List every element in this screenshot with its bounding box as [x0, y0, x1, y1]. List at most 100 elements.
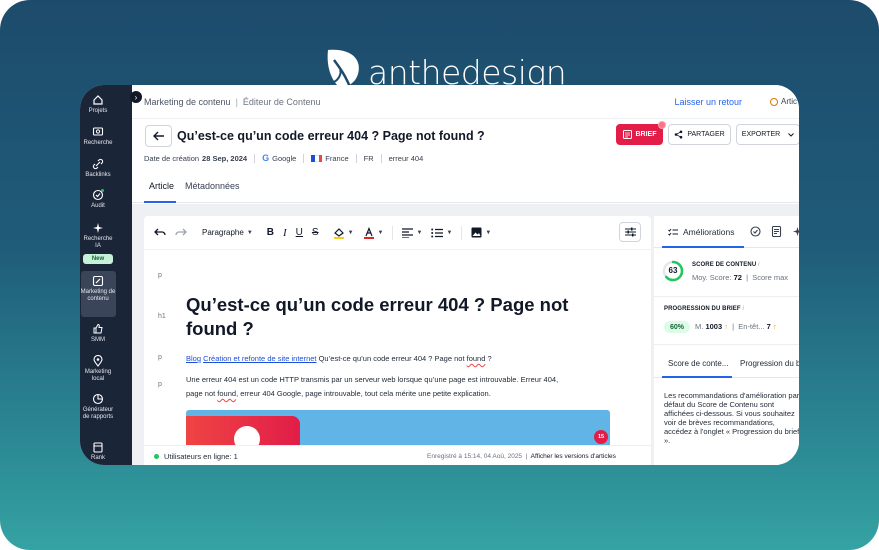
improvements-panel: Améliorations 63 SCORE DE CONTENU i Moy.…	[654, 216, 799, 465]
check-circle-icon	[92, 189, 104, 201]
undo-button[interactable]	[154, 228, 166, 237]
article-intro-paragraph[interactable]: Une erreur 404 est un code HTTP transmis…	[186, 373, 558, 401]
category-link[interactable]: Création et refonte de site internet	[203, 354, 316, 363]
sidebar-item-label: Backlinks	[85, 172, 111, 178]
panel-subtabs: Score de conte... Progression du b	[654, 350, 799, 378]
breadcrumb-parent[interactable]: Marketing de contenu	[144, 97, 231, 107]
caret-down-icon: ▼	[377, 229, 384, 236]
paint-bucket-icon	[333, 227, 344, 239]
feedback-link[interactable]: Laisser un retour	[674, 97, 742, 107]
sidebar-item-label: Recherche	[83, 140, 113, 146]
paragraph-text: page not	[186, 389, 218, 398]
sidebar-item-label: Marketing local	[84, 369, 112, 382]
caret-down-icon: ▼	[485, 229, 492, 236]
chevron-down-icon	[788, 132, 795, 137]
new-badge: New	[83, 254, 113, 264]
brief-progress-badge: 60%	[664, 321, 690, 333]
paragraph-text: , erreur 404 Google, page introuvable, t…	[236, 389, 491, 398]
list-button[interactable]: ▼	[431, 228, 452, 238]
align-left-icon	[402, 227, 414, 238]
export-label: EXPORTER	[741, 131, 781, 138]
strikethrough-button[interactable]: S	[312, 227, 319, 238]
brief-label: BRIEF	[635, 131, 657, 138]
google-icon: G	[262, 153, 270, 163]
content-score-value: 63	[668, 266, 678, 275]
sparkle-icon[interactable]	[792, 226, 799, 237]
meta-separator	[254, 153, 256, 163]
sidebar-item-recherche-ia[interactable]: Recherche IA	[80, 222, 116, 250]
sidebar-item-label: Projets	[88, 108, 108, 114]
document-title: Qu’est-ce qu’un code erreur 404 ? Page n…	[177, 129, 485, 143]
max-score-label: Score max	[752, 273, 789, 282]
text-color-button[interactable]: ▼	[363, 226, 384, 239]
tab-article[interactable]: Article	[149, 181, 174, 191]
paragraph-text: Une erreur 404 est un code HTTP transmis…	[186, 375, 559, 384]
share-button[interactable]: PARTAGER	[668, 124, 731, 145]
sidebar-item-rank[interactable]: Rank	[80, 441, 116, 462]
sidebar: Projets Recherche Backlinks Audit Recher…	[80, 85, 132, 465]
subtab-progression-du-brief[interactable]: Progression du b	[740, 359, 799, 368]
bullet-list-icon	[431, 228, 444, 237]
blog-link[interactable]: Blog	[186, 354, 201, 363]
tab-ameliorations-label: Améliorations	[683, 227, 735, 237]
redo-button[interactable]	[175, 228, 187, 237]
sidebar-item-recherche[interactable]: Recherche	[80, 126, 116, 147]
sidebar-item-projets[interactable]: Projets	[80, 94, 116, 115]
subtab-indicator	[662, 376, 732, 378]
highlight-color-button[interactable]: ▼	[333, 227, 354, 239]
panel-divider	[654, 296, 799, 297]
align-button[interactable]: ▼	[402, 227, 422, 238]
breadcrumb-current: Éditeur de Contenu	[242, 97, 321, 107]
search-icon	[92, 127, 104, 136]
toolbar-divider	[461, 225, 463, 240]
arrow-left-icon	[152, 131, 164, 141]
avg-score-label: Moy. Score:	[692, 273, 732, 282]
sidebar-item-label: Rank	[90, 455, 105, 461]
breadcrumb: Marketing de contenu | Éditeur de Contenu	[144, 97, 320, 107]
sidebar-item-marketing-local[interactable]: Marketing local	[80, 355, 116, 383]
checklist-icon	[668, 228, 678, 236]
panel-tab-indicator	[662, 246, 744, 248]
link-icon	[92, 158, 104, 170]
main-area: Marketing de contenu | Éditeur de Contenu …	[132, 85, 799, 465]
check-badge-icon[interactable]	[750, 226, 761, 237]
document-icon[interactable]	[771, 226, 782, 237]
article-heading[interactable]: Qu’est-ce qu’un code erreur 404 ? Page n…	[186, 293, 606, 341]
sidebar-item-marketing-de-contenu[interactable]: Marketing de contenu	[80, 275, 116, 303]
sidebar-item-audit[interactable]: Audit	[80, 189, 116, 210]
underline-button[interactable]: U	[296, 227, 303, 238]
sidebar-item-backlinks[interactable]: Backlinks	[80, 158, 116, 179]
sidebar-collapse-button[interactable]: ›	[130, 91, 142, 103]
sparkle-icon	[93, 223, 103, 233]
panel-divider	[654, 344, 799, 345]
headings-label: En-têt...	[738, 322, 765, 331]
italic-button[interactable]: I	[283, 227, 287, 239]
editor-settings-button[interactable]	[619, 222, 641, 242]
paragraph-style-select[interactable]: Paragraphe ▼	[202, 228, 253, 237]
bold-button[interactable]: B	[267, 227, 274, 238]
france-flag-icon	[311, 154, 323, 162]
tab-active-indicator	[144, 201, 176, 203]
top-right-item[interactable]: Artic	[770, 97, 797, 106]
top-right-label: Artic	[781, 97, 797, 106]
subtab-score-de-contenu[interactable]: Score de conte...	[668, 359, 728, 368]
tab-ameliorations[interactable]: Améliorations	[668, 227, 735, 237]
sidebar-item-generateur-de-rapports[interactable]: Générateur de rapports	[80, 393, 116, 421]
image-badge: 15	[594, 430, 608, 444]
document-tabs: Article Métadonnées	[132, 171, 799, 203]
editor-status-bar: Utilisateurs en ligne: 1 Enregistré à 15…	[144, 445, 651, 465]
back-button[interactable]	[145, 125, 172, 147]
export-button[interactable]: EXPORTER	[736, 124, 799, 145]
paragraph-text: Qu’est-ce qu’un code erreur 404 ? Page n…	[316, 354, 467, 363]
tab-metadonnees[interactable]: Métadonnées	[185, 181, 240, 191]
brief-button[interactable]: BRIEF	[616, 121, 666, 145]
sidebar-item-smm[interactable]: SMM	[80, 323, 116, 344]
versions-link[interactable]: Afficher les versions d'articles	[531, 453, 616, 460]
insert-image-button[interactable]: ▼	[471, 227, 491, 238]
share-label: PARTAGER	[687, 131, 725, 138]
arrow-up-icon: ↑	[724, 322, 728, 331]
article-breadcrumb-paragraph[interactable]: Blog Création et refonte de site interne…	[186, 352, 492, 366]
undo-icon	[154, 228, 166, 236]
spellcheck-word: found	[466, 354, 486, 363]
brief-progress-title-text: PROGRESSION DU BRIEF	[664, 306, 741, 312]
